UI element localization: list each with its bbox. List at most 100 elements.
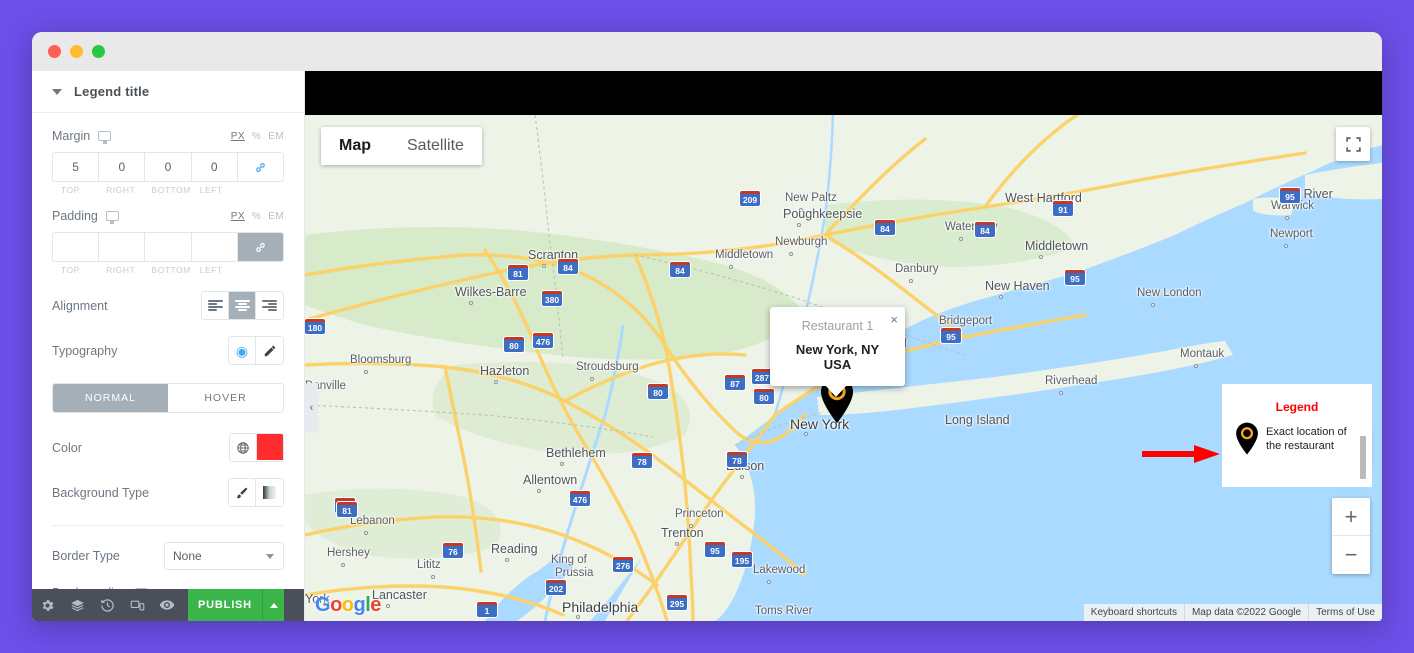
highway-shield: 380 xyxy=(542,291,562,306)
map-city-label: Reading xyxy=(491,542,538,556)
align-center-button[interactable] xyxy=(229,292,256,319)
padding-label-group: Padding xyxy=(52,209,119,224)
section-divider xyxy=(52,525,284,526)
margin-right-input[interactable]: 0 xyxy=(99,153,146,181)
padding-unit-px[interactable]: PX xyxy=(231,211,245,222)
margin-bottom-input[interactable]: 0 xyxy=(145,153,192,181)
desktop-device-icon[interactable] xyxy=(105,211,119,224)
terms-of-use-link[interactable]: Terms of Use xyxy=(1308,604,1382,621)
minimize-window-button[interactable] xyxy=(70,45,83,58)
map-type-map-button[interactable]: Map xyxy=(321,127,389,165)
background-classic-button[interactable] xyxy=(229,479,256,506)
margin-label-top: TOP xyxy=(61,185,80,195)
collapse-panel-handle[interactable]: ‹ xyxy=(305,383,318,433)
fullscreen-button[interactable] xyxy=(1336,127,1370,161)
color-global-button[interactable] xyxy=(230,434,257,461)
tab-hover[interactable]: HOVER xyxy=(168,384,283,412)
map-city-label: Danbury xyxy=(895,263,939,275)
window-titlebar xyxy=(32,32,1382,71)
padding-left-input[interactable] xyxy=(191,233,238,261)
margin-unit-em[interactable]: EM xyxy=(268,131,284,142)
map-city-dot xyxy=(1151,303,1155,307)
highway-shield: 80 xyxy=(504,337,524,352)
margin-unit-percent[interactable]: % xyxy=(252,131,261,142)
close-info-window-button[interactable]: × xyxy=(890,312,898,327)
padding-side-labels: TOP RIGHT BOTTOM LEFT xyxy=(52,265,284,275)
publish-button[interactable]: PUBLISH xyxy=(188,589,262,621)
map-city-label: Trenton xyxy=(661,526,704,540)
panel-header[interactable]: Legend title xyxy=(32,71,304,113)
close-window-button[interactable] xyxy=(48,45,61,58)
map-city-dot xyxy=(469,301,473,305)
map-city-dot xyxy=(576,615,580,619)
panel-scroll-area: Margin PX % EM 5 0 0 0 TOP RIGHT BOTTOM … xyxy=(32,129,304,621)
maximize-window-button[interactable] xyxy=(92,45,105,58)
background-gradient-button[interactable] xyxy=(256,479,283,506)
map-city-dot xyxy=(1285,216,1289,220)
history-icon[interactable] xyxy=(92,589,122,621)
map-city-dot xyxy=(505,558,509,562)
keyboard-shortcuts-link[interactable]: Keyboard shortcuts xyxy=(1084,604,1184,621)
typography-global-button[interactable]: ◉ xyxy=(229,337,256,364)
padding-top-input[interactable] xyxy=(53,233,100,261)
margin-left-input[interactable]: 0 xyxy=(191,153,238,181)
map-city-label: Long Island xyxy=(945,413,1010,427)
info-window-title: Restaurant 1 xyxy=(801,319,874,333)
align-right-button[interactable] xyxy=(256,292,283,319)
margin-top-input[interactable]: 5 xyxy=(53,153,100,181)
padding-right-input[interactable] xyxy=(99,233,146,261)
highway-shield: 295 xyxy=(667,595,687,610)
padding-label-right: RIGHT xyxy=(106,265,136,275)
map-city-dot xyxy=(537,489,541,493)
map-type-satellite-button[interactable]: Satellite xyxy=(389,127,482,165)
publish-options-button[interactable] xyxy=(262,589,284,621)
margin-unit-px[interactable]: PX xyxy=(231,131,245,142)
background-type-label: Background Type xyxy=(52,485,150,500)
padding-unit-em[interactable]: EM xyxy=(268,211,284,222)
margin-label-bottom: BOTTOM xyxy=(151,185,191,195)
margin-side-labels: TOP RIGHT BOTTOM LEFT xyxy=(52,185,284,195)
map-city-label: Middletown xyxy=(715,249,774,261)
google-map[interactable]: Scranton Wilkes-Barre Hazleton Bloomsburg Da… xyxy=(305,115,1382,621)
globe-icon xyxy=(237,441,249,454)
highway-shield: 80 xyxy=(648,384,668,399)
map-city-dot xyxy=(386,604,390,608)
border-type-select-wrap: None xyxy=(164,542,284,570)
info-window-subtitle: New York, NY USA xyxy=(795,342,880,372)
border-type-select[interactable]: None xyxy=(164,542,284,570)
legend-title: Legend xyxy=(1275,400,1319,414)
highway-shield: 78 xyxy=(632,453,652,468)
highway-shield: 202 xyxy=(546,580,566,595)
align-left-button[interactable] xyxy=(202,292,229,319)
typography-edit-button[interactable] xyxy=(256,337,283,364)
padding-link-values-button[interactable] xyxy=(237,233,283,261)
responsive-mode-icon[interactable] xyxy=(122,589,152,621)
preview-icon[interactable] xyxy=(152,589,182,621)
zoom-out-button[interactable]: − xyxy=(1332,536,1370,574)
chevron-up-icon xyxy=(269,602,278,608)
padding-unit-percent[interactable]: % xyxy=(252,211,261,222)
margin-link-values-button[interactable] xyxy=(237,153,283,181)
map-city-label: Newburgh xyxy=(775,236,828,248)
map-city-dot xyxy=(590,377,594,381)
padding-label: Padding xyxy=(52,209,98,223)
layers-icon[interactable] xyxy=(62,589,92,621)
map-city-label: Poughkeepsie xyxy=(783,207,863,221)
editor-bottom-toolbar: PUBLISH xyxy=(32,589,304,621)
padding-label-bottom: BOTTOM xyxy=(151,265,191,275)
legend-scrollbar[interactable] xyxy=(1360,436,1366,479)
desktop-device-icon[interactable] xyxy=(98,131,112,144)
zoom-in-button[interactable]: + xyxy=(1332,498,1370,536)
map-city-dot xyxy=(789,252,793,256)
map-city-label: Lititz xyxy=(417,559,441,571)
map-info-window: × Restaurant 1 New York, NY USA xyxy=(770,307,905,397)
legend-item-text: Exact location of the restaurant xyxy=(1266,422,1347,454)
map-city-label: New Haven xyxy=(985,279,1050,293)
tab-normal[interactable]: NORMAL xyxy=(53,384,168,412)
color-swatch[interactable] xyxy=(257,434,283,460)
color-control: Color xyxy=(52,433,284,462)
map-city-dot xyxy=(909,279,913,283)
settings-icon[interactable] xyxy=(32,589,62,621)
padding-bottom-input[interactable] xyxy=(145,233,192,261)
map-attribution: Keyboard shortcuts Map data ©2022 Google… xyxy=(1083,604,1382,621)
